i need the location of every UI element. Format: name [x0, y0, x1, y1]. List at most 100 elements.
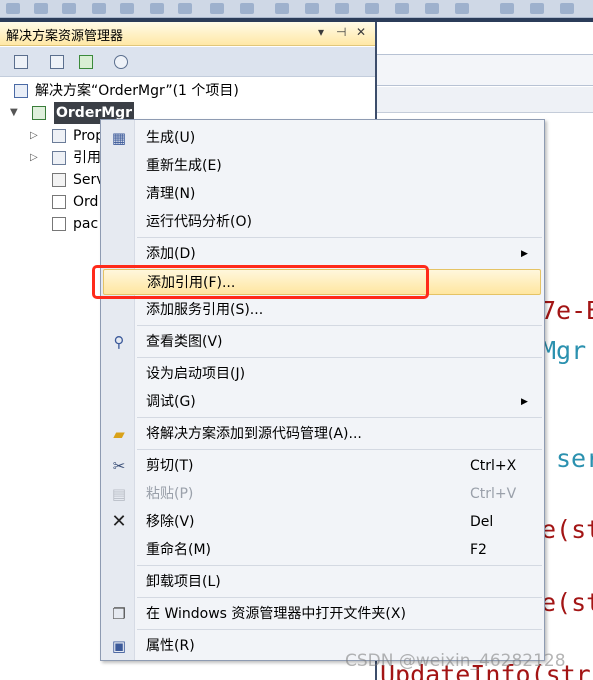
menu-item-remove[interactable]: ✕ 移除(V) Del	[101, 509, 544, 535]
toolbar-button-icon[interactable]	[6, 3, 20, 14]
show-all-files-icon[interactable]	[48, 53, 66, 71]
close-icon[interactable]: ✕	[356, 25, 366, 39]
properties-icon[interactable]	[12, 53, 30, 71]
menu-item-open-in-explorer[interactable]: ❐ 在 Windows 资源管理器中打开文件夹(X)	[101, 601, 544, 627]
menu-item-clean[interactable]: 清理(N)	[101, 181, 544, 207]
menu-item-label: 设为启动项目(J)	[146, 366, 246, 382]
toolbar-button-icon[interactable]	[500, 3, 514, 14]
menu-item-label: 添加服务引用(S)...	[146, 302, 264, 318]
menu-item-label: 清理(N)	[146, 186, 196, 202]
menu-item-label: 调试(G)	[146, 394, 196, 410]
toolbar-button-icon[interactable]	[395, 3, 409, 14]
toolbar-button-icon[interactable]	[455, 3, 469, 14]
toolbar-button-icon[interactable]	[365, 3, 379, 14]
toolbar-button-icon[interactable]	[425, 3, 439, 14]
menu-separator	[137, 357, 542, 358]
paste-icon: ▤	[111, 485, 127, 503]
menu-item-label: 重命名(M)	[146, 542, 212, 558]
file-icon	[52, 195, 66, 209]
toolbar-button-icon[interactable]	[560, 3, 574, 14]
menu-separator	[137, 565, 542, 566]
menu-item-set-startup[interactable]: 设为启动项目(J)	[101, 361, 544, 387]
menu-separator	[137, 417, 542, 418]
panel-title: 解决方案资源管理器	[6, 29, 124, 44]
properties-folder-icon	[52, 129, 66, 143]
menu-item-unload-project[interactable]: 卸载项目(L)	[101, 569, 544, 595]
menu-separator	[137, 237, 542, 238]
submenu-arrow-icon: ▶	[521, 249, 528, 259]
menu-separator	[137, 449, 542, 450]
menu-item-label: 卸载项目(L)	[146, 574, 221, 590]
menu-item-code-analysis[interactable]: 运行代码分析(O)	[101, 209, 544, 235]
menu-item-label: 生成(U)	[146, 130, 196, 146]
menu-item-add[interactable]: 添加(D) ▶	[101, 241, 544, 267]
menu-item-build[interactable]: ▦ 生成(U)	[101, 125, 544, 151]
panel-title-bar: 解决方案资源管理器 ▾ ⊣ ✕	[0, 22, 375, 46]
tree-label: 引用	[73, 150, 101, 166]
editor-navigation-bar[interactable]	[376, 54, 593, 86]
chevron-down-icon[interactable]: ▾	[318, 25, 324, 39]
menu-separator	[137, 597, 542, 598]
collapsed-arrow-icon[interactable]: ▷	[30, 147, 38, 169]
pin-icon[interactable]: ⊣	[336, 25, 346, 39]
code-fragment: e(st	[541, 588, 593, 617]
code-fragment: ser	[556, 444, 593, 473]
remove-x-icon: ✕	[111, 511, 127, 532]
menu-item-add-to-source-control[interactable]: ▰ 将解决方案添加到源代码管理(A)...	[101, 421, 544, 447]
toolbar-button-icon[interactable]	[240, 3, 254, 14]
open-folder-icon: ❐	[112, 605, 126, 623]
service-folder-icon	[52, 173, 66, 187]
menu-item-label: 运行代码分析(O)	[146, 214, 252, 230]
build-icon: ▦	[111, 129, 127, 147]
refresh-icon[interactable]	[77, 53, 95, 71]
toolbar-button-icon[interactable]	[530, 3, 544, 14]
annotation-highlight-box	[92, 265, 429, 299]
watermark: CSDN @weixin_46282128	[345, 651, 566, 671]
solution-label: 解决方案“OrderMgr”(1 个项目)	[35, 83, 239, 99]
menu-item-add-service-reference[interactable]: 添加服务引用(S)...	[101, 297, 544, 323]
toolbar-button-icon[interactable]	[210, 3, 224, 14]
toolbar-button-icon[interactable]	[275, 3, 289, 14]
class-diagram-icon[interactable]	[112, 53, 130, 71]
main-toolbar	[0, 0, 593, 18]
menu-item-rebuild[interactable]: 重新生成(E)	[101, 153, 544, 179]
menu-item-label: 重新生成(E)	[146, 158, 222, 174]
code-fragment: Mgr	[541, 336, 587, 365]
toolbar-button-icon[interactable]	[178, 3, 192, 14]
expanded-arrow-icon[interactable]: ▼	[10, 102, 18, 124]
submenu-arrow-icon: ▶	[521, 397, 528, 407]
menu-item-paste[interactable]: ▤ 粘贴(P) Ctrl+V	[101, 481, 544, 507]
tree-label: pac	[73, 216, 99, 232]
menu-item-view-class-diagram[interactable]: ⚲ 查看类图(V)	[101, 329, 544, 355]
references-icon	[52, 151, 66, 165]
collapsed-arrow-icon[interactable]: ▷	[30, 125, 38, 147]
toolbar-button-icon[interactable]	[335, 3, 349, 14]
tree-label: Ord	[73, 194, 99, 210]
toolbar-button-icon[interactable]	[34, 3, 48, 14]
menu-item-shortcut: Del	[470, 514, 494, 530]
menu-item-label: 移除(V)	[146, 514, 195, 530]
properties-icon: ▣	[111, 637, 127, 655]
menu-separator	[137, 325, 542, 326]
menu-item-label: 添加(D)	[146, 246, 196, 262]
menu-separator	[137, 629, 542, 630]
class-diagram-icon: ⚲	[113, 333, 125, 351]
menu-item-debug[interactable]: 调试(G) ▶	[101, 389, 544, 415]
menu-item-shortcut: Ctrl+X	[470, 458, 517, 474]
menu-item-label: 属性(R)	[146, 638, 195, 654]
menu-item-cut[interactable]: ✂ 剪切(T) Ctrl+X	[101, 453, 544, 479]
toolbar-button-icon[interactable]	[150, 3, 164, 14]
toolbar-button-icon[interactable]	[62, 3, 76, 14]
toolbar-button-icon[interactable]	[305, 3, 319, 14]
context-menu: ▦ 生成(U) 重新生成(E) 清理(N) 运行代码分析(O) 添加(D) ▶ …	[100, 119, 545, 661]
toolbar-button-icon[interactable]	[92, 3, 106, 14]
menu-item-label: 粘贴(P)	[146, 486, 194, 502]
menu-item-shortcut: Ctrl+V	[470, 486, 517, 502]
menu-item-rename[interactable]: 重命名(M) F2	[101, 537, 544, 563]
add-to-source-control-icon: ▰	[113, 425, 125, 443]
menu-item-label: 在 Windows 资源管理器中打开文件夹(X)	[146, 606, 406, 622]
solution-icon	[14, 84, 28, 98]
toolbar-button-icon[interactable]	[120, 3, 134, 14]
menu-item-label: 将解决方案添加到源代码管理(A)...	[146, 426, 362, 442]
editor-tab-strip[interactable]	[376, 87, 593, 113]
